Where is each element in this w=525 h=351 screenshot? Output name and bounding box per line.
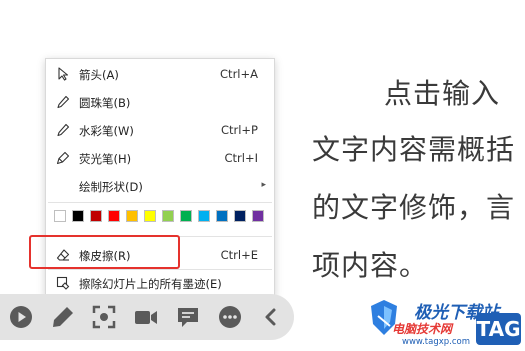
erase-all-ink-icon (56, 276, 70, 290)
color-swatch[interactable] (234, 210, 246, 222)
color-swatch[interactable] (216, 210, 228, 222)
collapse-icon[interactable] (258, 304, 284, 330)
slide-text-line-2: 文字内容需概括 (312, 133, 516, 166)
menu-item-highlighter[interactable]: 荧光笔(H) Ctrl+I (46, 145, 274, 171)
focus-icon[interactable] (91, 304, 117, 330)
slideshow-toolbar (0, 294, 294, 340)
more-icon[interactable] (217, 304, 243, 330)
watermark-tag-badge: TAG (476, 313, 521, 345)
menu-item-shortcut: Ctrl+E (220, 248, 258, 262)
slide-text-line-4: 项内容。 (312, 249, 429, 282)
menu-item-erase-all-ink[interactable]: 擦除幻灯片上的所有墨迹(E) (46, 270, 274, 296)
color-swatch[interactable] (144, 210, 156, 222)
pen-icon[interactable] (50, 304, 76, 330)
felt-pen-icon (56, 123, 70, 137)
slide-text-line-1: 点击输入 (384, 77, 501, 110)
color-swatch[interactable] (180, 210, 192, 222)
menu-item-felt-pen[interactable]: 水彩笔(W) Ctrl+P (46, 117, 274, 143)
color-swatch[interactable] (90, 210, 102, 222)
menu-item-label: 擦除幻灯片上的所有墨迹(E) (79, 277, 222, 291)
menu-item-label: 荧光笔(H) (79, 152, 132, 166)
color-swatch[interactable] (198, 210, 210, 222)
arrow-pointer-icon (56, 67, 70, 81)
menu-item-shortcut: Ctrl+P (220, 123, 258, 137)
watermark-url: www.tagxp.com (402, 337, 470, 347)
color-swatch[interactable] (54, 210, 66, 222)
camera-icon[interactable] (133, 304, 159, 330)
menu-divider (48, 202, 272, 203)
color-swatch[interactable] (162, 210, 174, 222)
submenu-arrow-icon: ▸ (261, 180, 266, 190)
menu-item-label: 箭头(A) (79, 68, 119, 82)
color-swatch[interactable] (126, 210, 138, 222)
color-swatch[interactable] (252, 210, 264, 222)
play-icon[interactable] (8, 304, 34, 330)
slide-text-line-3: 的文字修饰，言 (312, 191, 516, 224)
comment-icon[interactable] (175, 304, 201, 330)
color-swatch[interactable] (108, 210, 120, 222)
menu-item-label: 圆珠笔(B) (79, 96, 131, 110)
color-swatch[interactable] (72, 210, 84, 222)
menu-item-label: 绘制形状(D) (79, 180, 143, 194)
menu-item-label: 水彩笔(W) (79, 124, 134, 138)
ballpoint-pen-icon (56, 95, 70, 109)
menu-item-shortcut: Ctrl+A (220, 67, 258, 81)
ink-color-palette (54, 210, 268, 226)
highlighter-icon (56, 151, 70, 165)
eraser-highlight-box (29, 235, 180, 269)
menu-item-ballpoint-pen[interactable]: 圆珠笔(B) (46, 89, 274, 115)
menu-item-arrow[interactable]: 箭头(A) Ctrl+A (46, 61, 274, 87)
watermark-subtitle: 电脑技术网 (392, 322, 453, 336)
menu-item-shortcut: Ctrl+I (224, 151, 259, 165)
menu-item-draw-shape[interactable]: 绘制形状(D) ▸ (46, 173, 274, 199)
